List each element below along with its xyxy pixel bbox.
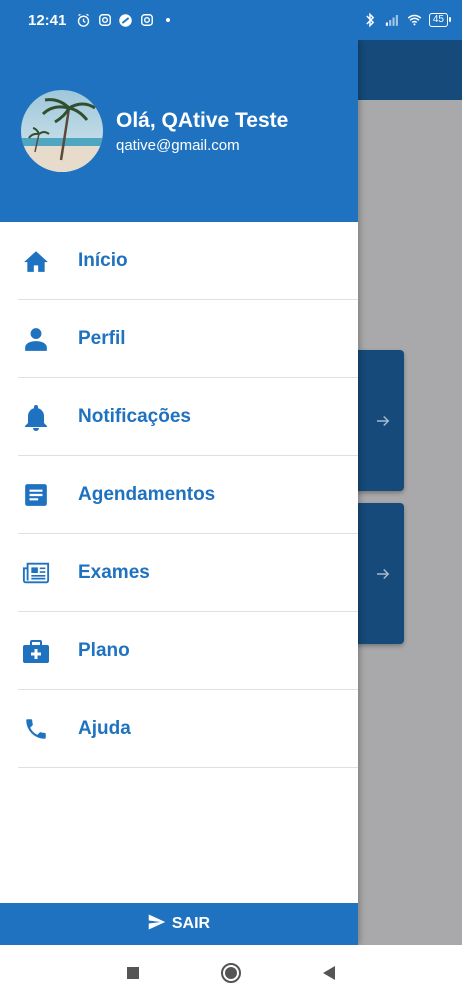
avatar[interactable]	[21, 90, 103, 172]
battery-indicator: 45	[428, 13, 452, 27]
menu-item-exames[interactable]: Exames	[18, 534, 358, 612]
system-navigation-bar	[0, 945, 462, 1000]
alarm-icon	[76, 13, 91, 28]
drawer-menu: Início Perfil Notificações Agendamentos …	[0, 222, 358, 768]
bluetooth-icon	[363, 12, 378, 28]
signal-icon	[385, 13, 400, 28]
menu-item-ajuda[interactable]: Ajuda	[18, 690, 358, 768]
logout-button[interactable]: SAIR	[0, 903, 358, 945]
drawer-header: Olá, QAtive Teste qative@gmail.com	[0, 40, 358, 222]
menu-item-notificacoes[interactable]: Notificações	[18, 378, 358, 456]
recents-button[interactable]	[121, 961, 145, 985]
back-button[interactable]	[317, 961, 341, 985]
shazam-icon	[118, 13, 133, 28]
menu-item-label: Exames	[78, 561, 150, 583]
bell-icon	[22, 403, 50, 431]
menu-item-label: Perfil	[78, 327, 126, 349]
menu-item-agendamentos[interactable]: Agendamentos	[18, 456, 358, 534]
user-greeting: Olá, QAtive Teste	[116, 108, 289, 132]
document-icon	[22, 481, 50, 509]
logout-label: SAIR	[171, 915, 211, 932]
arrow-right-icon	[374, 565, 392, 583]
newspaper-icon	[22, 559, 50, 587]
person-icon	[22, 325, 50, 353]
arrow-right-icon	[374, 412, 392, 430]
status-bar: 12:41 45	[0, 0, 462, 40]
status-time: 12:41	[28, 11, 67, 29]
wifi-icon	[407, 13, 422, 28]
menu-item-label: Plano	[78, 639, 130, 661]
home-button[interactable]	[219, 961, 243, 985]
user-email: qative@gmail.com	[116, 136, 240, 154]
dot-icon	[160, 13, 175, 28]
user-info: Olá, QAtive Teste qative@gmail.com	[116, 109, 288, 154]
phone-icon	[22, 715, 50, 743]
menu-item-inicio[interactable]: Início	[18, 222, 358, 300]
menu-item-label: Agendamentos	[78, 483, 216, 505]
menu-item-plano[interactable]: Plano	[18, 612, 358, 690]
menu-item-label: Notificações	[78, 405, 191, 427]
menu-item-perfil[interactable]: Perfil	[18, 300, 358, 378]
notification-icons	[76, 13, 175, 28]
instagram-icon	[97, 13, 112, 28]
menu-item-label: Início	[78, 249, 128, 271]
home-icon	[22, 247, 50, 275]
instagram-icon-2	[139, 13, 154, 28]
send-icon	[148, 914, 166, 935]
medical-bag-icon	[22, 637, 50, 665]
system-icons: 45	[363, 12, 452, 28]
navigation-drawer: Olá, QAtive Teste qative@gmail.com Iníci…	[0, 40, 358, 945]
menu-item-label: Ajuda	[78, 717, 131, 739]
